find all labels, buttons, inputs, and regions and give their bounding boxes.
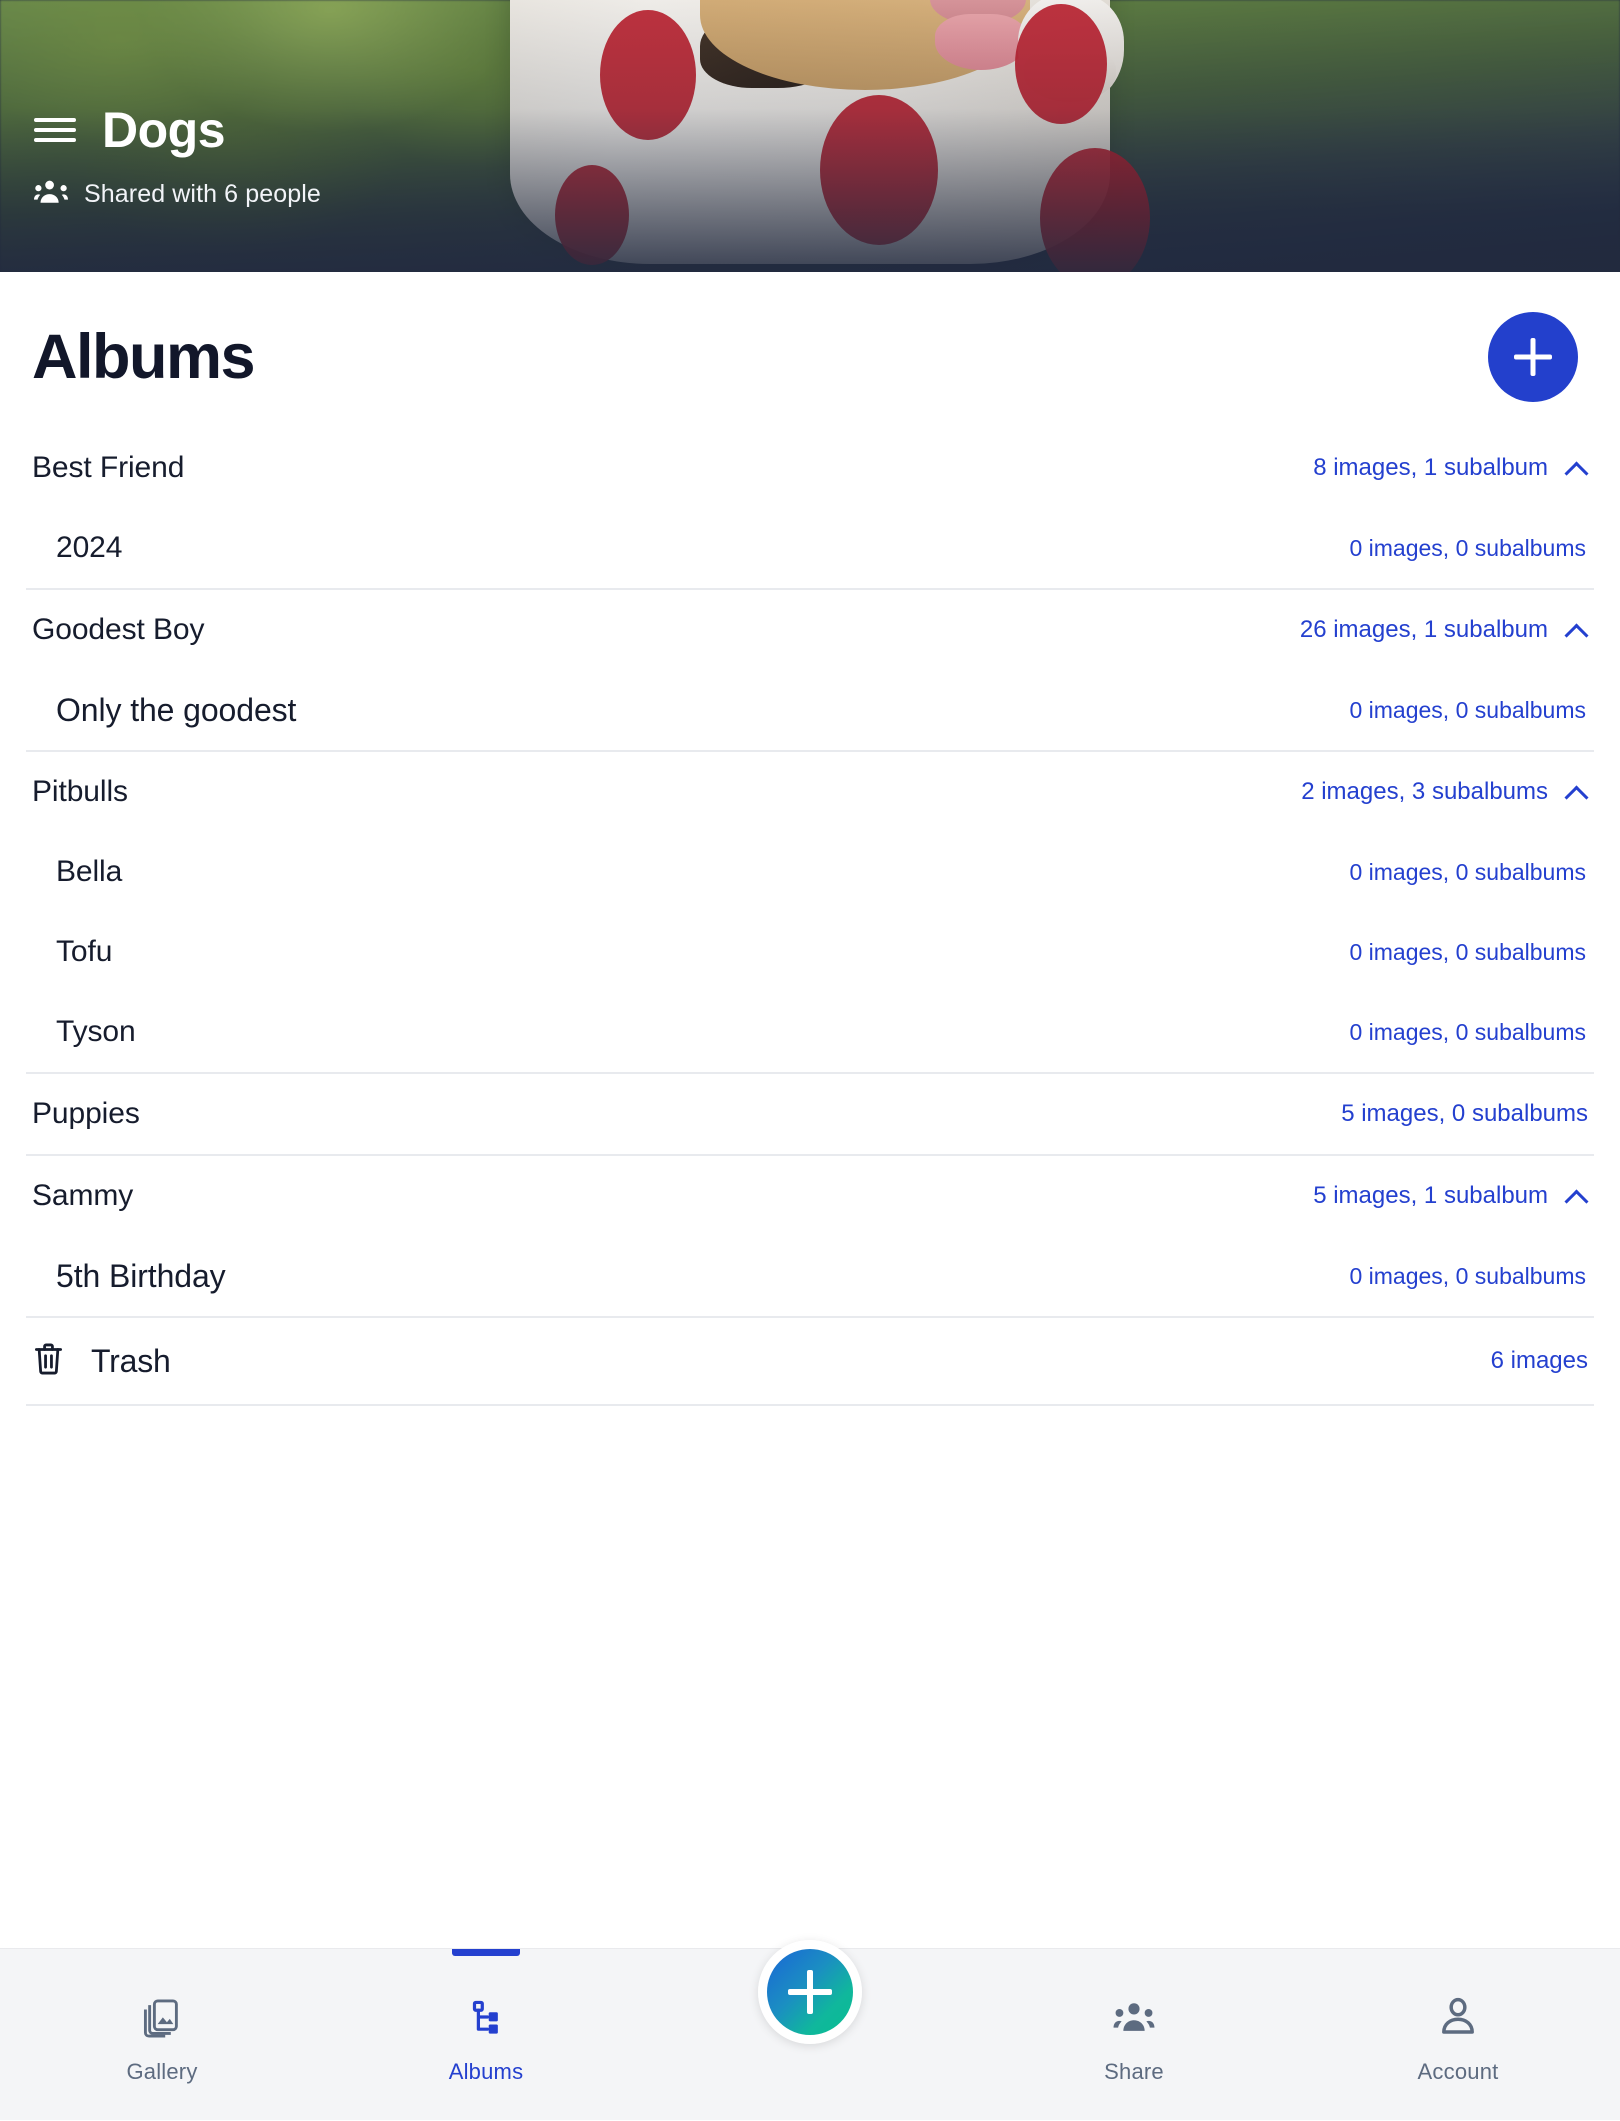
page-header: Albums <box>0 272 1620 428</box>
nav-item-albums[interactable]: Albums <box>324 1949 648 2121</box>
album-meta: 8 images, 1 subalbum <box>1313 454 1588 482</box>
subalbum-row[interactable]: 2024 0 images, 0 subalbums <box>0 508 1620 588</box>
banner-content: Dogs Shared with 6 people <box>0 105 1620 272</box>
subalbum-row[interactable]: Only the goodest 0 images, 0 subalbums <box>0 670 1620 750</box>
subalbum-name: Tyson <box>56 1015 136 1048</box>
subalbum-row[interactable]: Bella 0 images, 0 subalbums <box>0 832 1620 912</box>
trash-row[interactable]: Trash 6 images <box>0 1318 1620 1404</box>
nav-item-account[interactable]: Account <box>1296 1949 1620 2121</box>
chevron-up-icon[interactable] <box>1566 1190 1588 1203</box>
album-row[interactable]: Puppies 5 images, 0 subalbums <box>0 1074 1620 1154</box>
album-name: Puppies <box>32 1097 140 1130</box>
subalbum-count: 0 images, 0 subalbums <box>1349 534 1586 561</box>
chevron-up-icon[interactable] <box>1566 624 1588 637</box>
album-name: Sammy <box>32 1179 134 1212</box>
shared-with-row[interactable]: Shared with 6 people <box>34 179 1620 210</box>
subalbum-count: 0 images, 0 subalbums <box>1349 696 1586 723</box>
people-group-icon <box>34 179 68 210</box>
nav-item-label: Gallery <box>126 2059 198 2084</box>
banner-album-title: Dogs <box>102 102 226 158</box>
trash-count: 6 images <box>1490 1347 1588 1374</box>
subalbum-row[interactable]: Tofu 0 images, 0 subalbums <box>0 912 1620 992</box>
chevron-up-icon[interactable] <box>1566 462 1588 475</box>
album-name: Pitbulls <box>32 775 128 808</box>
subalbum-count: 0 images, 0 subalbums <box>1349 1262 1586 1289</box>
trash-left-group: Trash <box>32 1341 171 1382</box>
subalbum-name: Tofu <box>56 935 113 968</box>
album-count: 5 images, 0 subalbums <box>1341 1100 1588 1127</box>
subalbum-meta: 0 images, 0 subalbums <box>1349 535 1588 562</box>
create-fab-button[interactable] <box>758 1940 862 2044</box>
album-row[interactable]: Best Friend 8 images, 1 subalbum <box>0 428 1620 508</box>
album-name: Goodest Boy <box>32 613 205 646</box>
album-meta: 5 images, 0 subalbums <box>1341 1100 1588 1128</box>
subalbum-count: 0 images, 0 subalbums <box>1349 938 1586 965</box>
add-album-button[interactable] <box>1488 312 1578 402</box>
albums-content: Albums Best Friend 8 images, 1 subalbum 20… <box>0 272 1620 1948</box>
subalbum-name: Bella <box>56 855 123 888</box>
album-count: 26 images, 1 subalbum <box>1299 616 1548 643</box>
album-row[interactable]: Goodest Boy 26 images, 1 subalbum <box>0 590 1620 670</box>
nav-item-gallery[interactable]: Gallery <box>0 1949 324 2121</box>
album-list: Best Friend 8 images, 1 subalbum 2024 0 ima… <box>0 428 1620 1316</box>
subalbum-count: 0 images, 0 subalbums <box>1349 1018 1586 1045</box>
subalbum-count: 0 images, 0 subalbums <box>1349 858 1586 885</box>
subalbum-name: 5th Birthday <box>56 1257 226 1294</box>
album-meta: 26 images, 1 subalbum <box>1300 616 1588 644</box>
trash-label: Trash <box>91 1342 171 1379</box>
nav-item-share[interactable]: Share <box>972 1949 1296 2121</box>
album-meta: 2 images, 3 subalbums <box>1301 778 1588 806</box>
nav-item-label: Albums <box>448 2059 524 2084</box>
subalbum-row[interactable]: Tyson 0 images, 0 subalbums <box>0 992 1620 1072</box>
subalbum-meta: 0 images, 0 subalbums <box>1349 939 1588 966</box>
nav-item-label: Share <box>1104 2059 1164 2084</box>
nav-item-label: Account <box>1417 2059 1499 2084</box>
subalbum-name: 2024 <box>56 531 123 564</box>
page-title: Albums <box>32 321 256 392</box>
album-name: Best Friend <box>32 451 185 484</box>
subalbum-meta: 0 images, 0 subalbums <box>1349 697 1588 724</box>
album-header-banner: Dogs Shared with 6 people <box>0 0 1620 272</box>
list-separator <box>26 1404 1594 1406</box>
subalbum-meta: 0 images, 0 subalbums <box>1349 859 1588 886</box>
album-row[interactable]: Sammy 5 images, 1 subalbum <box>0 1156 1620 1236</box>
gallery-stack-icon <box>140 1991 184 2043</box>
banner-title-row: Dogs <box>34 105 1620 155</box>
album-count: 2 images, 3 subalbums <box>1301 778 1548 805</box>
people-group-icon <box>1112 1991 1156 2043</box>
subalbum-name: Only the goodest <box>56 691 297 728</box>
subalbum-meta: 0 images, 0 subalbums <box>1349 1263 1588 1290</box>
album-count: 5 images, 1 subalbum <box>1313 1182 1548 1209</box>
subalbum-row[interactable]: 5th Birthday 0 images, 0 subalbums <box>0 1236 1620 1316</box>
hamburger-menu-icon[interactable] <box>34 114 76 146</box>
albums-tree-icon <box>464 1991 508 2043</box>
shared-with-label: Shared with 6 people <box>84 180 321 208</box>
album-meta: 5 images, 1 subalbum <box>1313 1182 1588 1210</box>
person-icon <box>1438 1991 1478 2043</box>
album-row[interactable]: Pitbulls 2 images, 3 subalbums <box>0 752 1620 832</box>
subalbum-meta: 0 images, 0 subalbums <box>1349 1019 1588 1046</box>
album-count: 8 images, 1 subalbum <box>1313 454 1548 481</box>
chevron-up-icon[interactable] <box>1566 786 1588 799</box>
trash-can-icon <box>32 1341 65 1382</box>
